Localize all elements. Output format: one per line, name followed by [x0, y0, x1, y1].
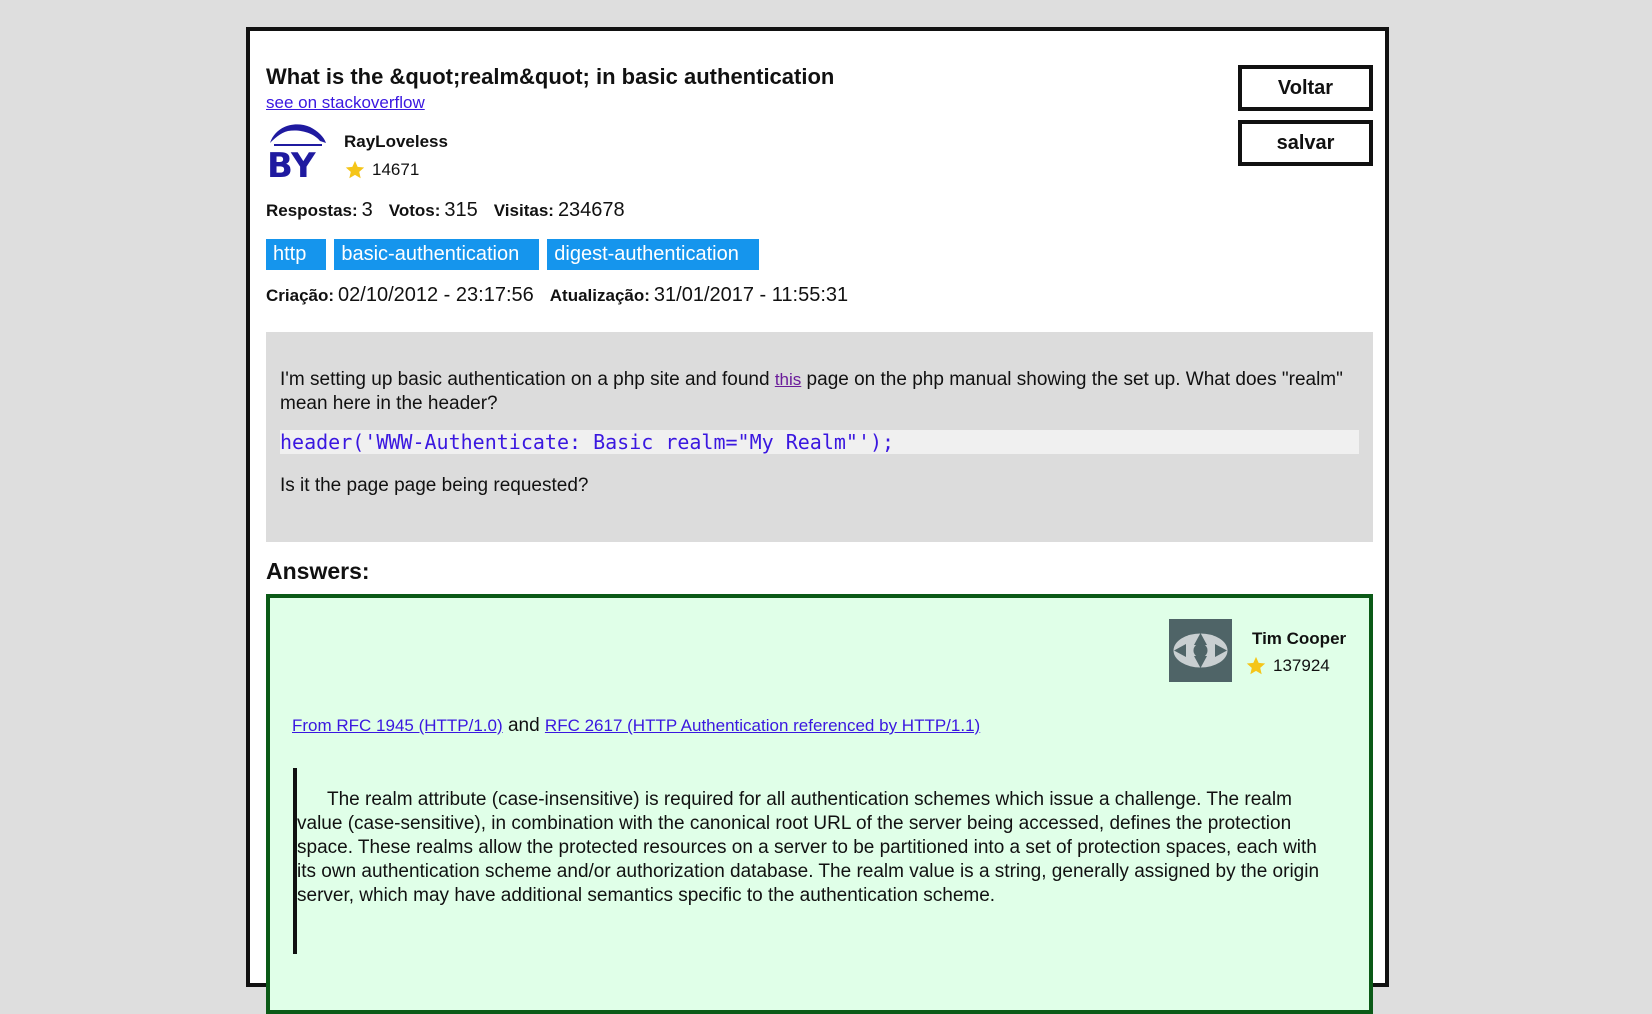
code-block: header('WWW-Authenticate: Basic realm="M… [280, 430, 1359, 454]
rfc-2617-link[interactable]: RFC 2617 (HTTP Authentication referenced… [545, 716, 980, 735]
rfc-1945-link[interactable]: From RFC 1945 (HTTP/1.0) [292, 716, 503, 735]
author-reputation: 14671 [344, 159, 419, 181]
updated-date: 31/01/2017 - 11:55:31 [653, 284, 849, 306]
answer-author: Tim Cooper 137924 [1169, 619, 1349, 685]
question-closing: Is it the page page being requested? [280, 475, 589, 496]
author-avatar: BY [266, 121, 329, 181]
answer-author-avatar [1169, 619, 1232, 682]
question-card: What is the &quot;realm&quot; in basic a… [246, 27, 1389, 1014]
views-label: Visitas: [493, 201, 554, 220]
answer-connector: and [507, 715, 540, 736]
created-label: Criação: [266, 286, 335, 305]
php-manual-link[interactable]: this [775, 370, 801, 389]
answers-count-label: Respostas: [266, 201, 358, 220]
tag-digest-authentication[interactable]: digest-authentication [547, 239, 759, 270]
question-body: I'm setting up basic authentication on a… [266, 332, 1373, 542]
votes-label: Votos: [388, 201, 441, 220]
stackoverflow-link[interactable]: see on stackoverflow [266, 93, 425, 113]
answers-count: 3 [361, 199, 373, 221]
views-count: 234678 [557, 199, 625, 221]
star-icon [345, 160, 365, 179]
back-button[interactable]: Voltar [1238, 65, 1373, 111]
question-title: What is the &quot;realm&quot; in basic a… [266, 64, 835, 89]
answer-reputation-value: 137924 [1273, 656, 1330, 675]
quote-text: The realm attribute (case-insensitive) i… [297, 789, 1320, 906]
answer-blockquote: The realm attribute (case-insensitive) i… [293, 768, 1333, 954]
tag-basic-authentication[interactable]: basic-authentication [334, 239, 540, 270]
author-name[interactable]: RayLoveless [344, 132, 448, 152]
tag-http[interactable]: http [266, 239, 327, 270]
answer-references: From RFC 1945 (HTTP/1.0) and RFC 2617 (H… [292, 715, 980, 737]
answer-card: Tim Cooper 137924 From RFC 1945 (HTTP/1.… [266, 594, 1373, 1014]
question-paragraph: I'm setting up basic authentication on a… [280, 368, 1359, 416]
created-date: 02/10/2012 - 23:17:56 [338, 284, 534, 306]
tag-list: http basic-authentication digest-authent… [266, 239, 759, 270]
answers-heading: Answers: [266, 558, 370, 584]
question-dates: Criação: 02/10/2012 - 23:17:56 Atualizaç… [266, 284, 864, 307]
answer-author-name[interactable]: Tim Cooper [1252, 629, 1346, 649]
svg-text:BY: BY [267, 146, 316, 181]
updated-label: Atualização: [549, 286, 650, 305]
answer-author-reputation: 137924 [1245, 655, 1330, 677]
reputation-value: 14671 [372, 160, 420, 179]
save-button[interactable]: salvar [1238, 120, 1373, 166]
question-stats: Respostas: 3 Votos: 315 Visitas: 234678 [266, 199, 641, 222]
star-icon [1246, 656, 1266, 675]
question-text-start: I'm setting up basic authentication on a… [280, 369, 775, 390]
votes-count: 315 [444, 199, 478, 221]
